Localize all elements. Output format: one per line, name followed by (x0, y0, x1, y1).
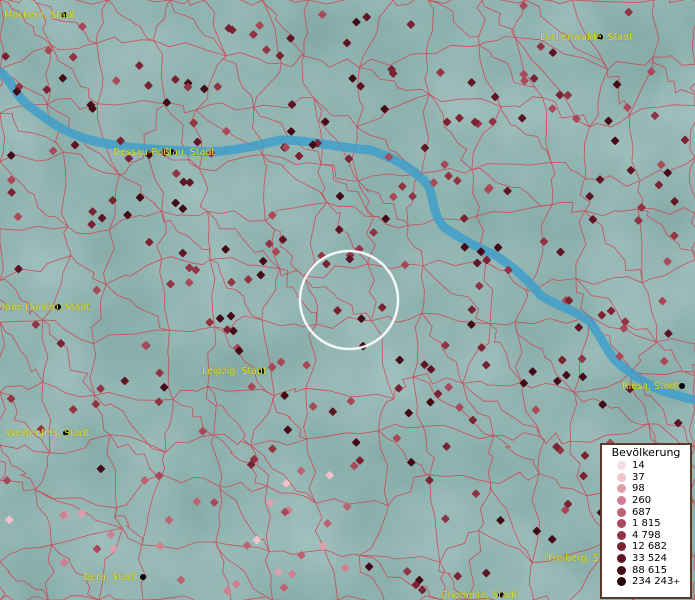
legend-value: 260 (632, 495, 652, 507)
legend-item: 37 (602, 472, 690, 484)
map-canvas[interactable]: Möckern, Stadt Luckenwalde, Stadt Dessau-R… (0, 0, 695, 600)
city-label[interactable]: Luckenwalde, Stadt (540, 32, 633, 43)
legend-value: 98 (632, 483, 645, 495)
city-label[interactable]: Möckern, Stadt (4, 10, 76, 21)
legend-value: 1 815 (632, 518, 661, 530)
legend-item: 234 243 + (602, 576, 690, 588)
legend-rows: 14 37 98 260 687 1 815 4 798 12 682 33 524 88 615… (602, 460, 690, 588)
city-marker[interactable] (679, 383, 685, 389)
legend-value: 88 615 (632, 564, 667, 576)
city-label[interactable]: Weißenfels, Stadt (6, 428, 90, 439)
legend-swatch (617, 519, 626, 529)
city-label[interactable]: Gera, Stadt (83, 572, 138, 583)
legend-item: 1 815 (602, 518, 690, 530)
legend-value: 37 (632, 471, 645, 483)
city-label[interactable]: Chemnitz, Stadt (441, 590, 518, 600)
legend-swatch (617, 496, 626, 506)
city-label[interactable]: Dessau-Roßlau, Stadt (113, 147, 216, 158)
legend-swatch (617, 542, 626, 552)
legend-value: 687 (632, 506, 652, 518)
legend-value: 234 243 (632, 576, 674, 588)
city-label[interactable]: Halle (Saale), Stadt (0, 302, 90, 313)
legend-value: 4 798 (632, 529, 661, 541)
legend-item: 687 (602, 506, 690, 518)
legend-swatch (617, 565, 626, 575)
legend-value: 14 (632, 460, 645, 472)
population-legend: Bevölkerung 14 37 98 260 687 1 815 4 798 12 682… (600, 443, 692, 599)
legend-item: 4 798 (602, 530, 690, 542)
city-marker[interactable] (140, 574, 146, 580)
city-label[interactable]: Freiberg, S (548, 553, 599, 564)
legend-item: 98 (602, 483, 690, 495)
city-label[interactable]: Riesa, Stadt (622, 381, 680, 392)
legend-title: Bevölkerung (611, 446, 681, 459)
legend-plus-suffix: + (673, 577, 681, 587)
city-label[interactable]: Leipzig, Stadt (202, 366, 267, 377)
legend-swatch (617, 472, 626, 482)
legend-swatch (617, 554, 626, 564)
legend-swatch (617, 484, 626, 494)
legend-swatch (617, 530, 626, 540)
legend-item: 260 (602, 495, 690, 507)
legend-value: 12 682 (632, 541, 667, 553)
legend-value: 33 524 (632, 553, 667, 565)
legend-item: 14 (602, 460, 690, 472)
legend-swatch (617, 461, 626, 471)
legend-item: 12 682 (602, 541, 690, 553)
legend-swatch (617, 507, 626, 517)
legend-item: 33 524 (602, 553, 690, 565)
legend-swatch (617, 577, 626, 587)
legend-item: 88 615 (602, 564, 690, 576)
